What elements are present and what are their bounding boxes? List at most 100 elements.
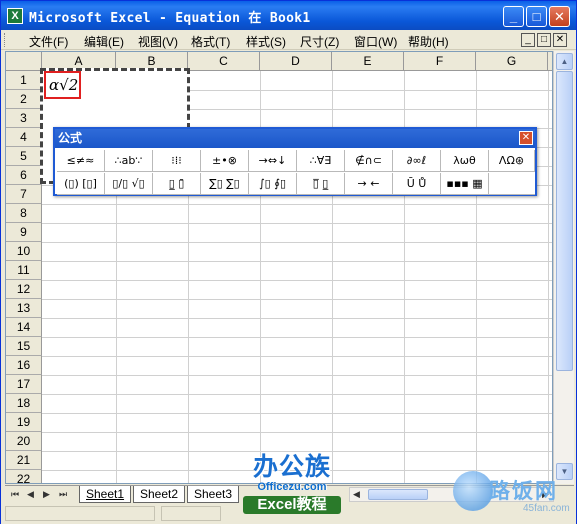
row-header[interactable]: 21: [6, 451, 42, 470]
row-header[interactable]: 12: [6, 280, 42, 299]
sheet-tab-sheet1[interactable]: Sheet1: [79, 486, 132, 503]
row-header[interactable]: 18: [6, 394, 42, 413]
subscript-superscript-templates-button[interactable]: ▯̲ ▯̄: [153, 173, 201, 195]
column-header-e[interactable]: E: [332, 52, 404, 71]
row-header[interactable]: 1: [6, 71, 42, 90]
doc-close-button[interactable]: ✕: [553, 33, 567, 47]
row-header[interactable]: 15: [6, 337, 42, 356]
greek-uppercase-button[interactable]: ΛΩ⊛: [489, 150, 535, 172]
gridline: [42, 451, 552, 452]
menu-help[interactable]: 帮助(H): [408, 33, 449, 50]
sheet-tab-sheet2[interactable]: Sheet2: [133, 486, 186, 503]
gridline: [42, 337, 552, 338]
next-sheet-icon[interactable]: ▶: [43, 489, 50, 500]
operator-symbols-button[interactable]: ±•⊗: [201, 150, 249, 172]
row-header[interactable]: 11: [6, 261, 42, 280]
row-header[interactable]: 10: [6, 242, 42, 261]
spaces-ellipses-button[interactable]: ∴ab∵: [105, 150, 153, 172]
menu-grip[interactable]: [4, 33, 7, 47]
row-header[interactable]: 13: [6, 299, 42, 318]
row-header[interactable]: 6: [6, 166, 42, 185]
fraction-radical-templates-button[interactable]: ▯/▯ √▯: [105, 173, 153, 195]
embellishments-button[interactable]: ⁝⁞⁝: [153, 150, 201, 172]
doc-minimize-button[interactable]: _: [521, 33, 535, 47]
minimize-button[interactable]: _: [503, 6, 524, 27]
gridline: [42, 413, 552, 414]
summation-templates-button[interactable]: ∑▯ ∑▯: [201, 173, 249, 195]
row-header[interactable]: 3: [6, 109, 42, 128]
menu-style[interactable]: 样式(S): [246, 33, 286, 50]
row-header[interactable]: 2: [6, 90, 42, 109]
menu-window[interactable]: 窗口(W): [354, 33, 397, 50]
maximize-button[interactable]: □: [526, 6, 547, 27]
equation-edit-box[interactable]: α√2: [44, 71, 81, 99]
status-cell: [5, 506, 155, 521]
row-header[interactable]: 7: [6, 185, 42, 204]
greek-lowercase-button[interactable]: λωθ: [441, 150, 489, 172]
labeled-arrow-templates-button[interactable]: → ←: [345, 173, 393, 195]
select-all-corner[interactable]: [6, 52, 42, 71]
gridline: [42, 318, 552, 319]
menu-size[interactable]: 尺寸(Z): [300, 33, 339, 50]
equation-toolbar[interactable]: 公式 ✕ ≤≠≈ ∴ab∵ ⁝⁞⁝ ±•⊗ →⇔↓ ∴∀∃ ∉∩⊂ ∂∞ℓ λω…: [53, 127, 537, 196]
column-header-c[interactable]: C: [188, 52, 260, 71]
arrow-symbols-button[interactable]: →⇔↓: [249, 150, 297, 172]
row-header[interactable]: 9: [6, 223, 42, 242]
menu-edit[interactable]: 编辑(E): [84, 33, 124, 50]
row-header[interactable]: 20: [6, 432, 42, 451]
underbar-overbar-templates-button[interactable]: ▯̅ ▯̲: [297, 173, 345, 195]
scroll-thumb[interactable]: [556, 71, 573, 371]
equation-toolbar-close-icon[interactable]: ✕: [519, 131, 533, 145]
watermark-tagline: Excel教程: [243, 496, 341, 514]
gridline: [42, 356, 552, 357]
window-title: Microsoft Excel - Equation 在 Book1: [29, 11, 311, 26]
vertical-scrollbar[interactable]: ▲ ▼: [553, 51, 574, 484]
misc-symbols-button[interactable]: ∂∞ℓ: [393, 150, 441, 172]
worksheet-grid[interactable]: A B C D E F G 1 2 3 4 5 6 7 8 9 10 11 12…: [5, 51, 553, 484]
last-sheet-icon[interactable]: ⏭: [59, 489, 67, 500]
row-header[interactable]: 17: [6, 375, 42, 394]
site-logo-icon: [453, 471, 493, 511]
excel-app-icon[interactable]: X: [7, 8, 23, 24]
column-header-d[interactable]: D: [260, 52, 332, 71]
row-header[interactable]: 5: [6, 147, 42, 166]
toolbar-empty-slot: [489, 173, 535, 195]
fence-templates-button[interactable]: (▯) [▯]: [57, 173, 105, 195]
row-header[interactable]: 19: [6, 413, 42, 432]
excel-window: X Microsoft Excel - Equation 在 Book1 _ □…: [0, 0, 577, 524]
scroll-up-icon[interactable]: ▲: [556, 53, 573, 70]
relational-symbols-button[interactable]: ≤≠≈: [57, 150, 105, 172]
gridline: [42, 432, 552, 433]
title-bar[interactable]: X Microsoft Excel - Equation 在 Book1 _ □…: [1, 1, 576, 30]
row-header[interactable]: 22: [6, 470, 42, 483]
matrix-templates-button[interactable]: ▪▪▪ ▦: [441, 173, 489, 195]
doc-restore-button[interactable]: □: [537, 33, 551, 47]
close-button[interactable]: ✕: [549, 6, 570, 27]
gridline: [42, 242, 552, 243]
menu-file[interactable]: 文件(F): [29, 33, 68, 50]
status-cell: [161, 506, 221, 521]
site-watermark-url: 45fan.com: [523, 503, 570, 514]
column-header-f[interactable]: F: [404, 52, 476, 71]
logical-symbols-button[interactable]: ∴∀∃: [297, 150, 345, 172]
gridline: [548, 71, 549, 483]
row-header[interactable]: 8: [6, 204, 42, 223]
set-theory-symbols-button[interactable]: ∉∩⊂: [345, 150, 393, 172]
horizontal-scroll-thumb[interactable]: [368, 489, 428, 500]
prev-sheet-icon[interactable]: ◀: [27, 489, 34, 500]
integral-templates-button[interactable]: ∫▯ ∮▯: [249, 173, 297, 195]
menu-view[interactable]: 视图(V): [138, 33, 178, 50]
menu-format[interactable]: 格式(T): [191, 33, 230, 50]
gridline: [42, 280, 552, 281]
equation-toolbar-title[interactable]: 公式: [55, 129, 535, 148]
row-header[interactable]: 4: [6, 128, 42, 147]
column-header-g[interactable]: G: [476, 52, 548, 71]
products-set-theory-templates-button[interactable]: Ū Ů: [393, 173, 441, 195]
row-header[interactable]: 16: [6, 356, 42, 375]
row-header[interactable]: 14: [6, 318, 42, 337]
sheet-tab-sheet3[interactable]: Sheet3: [187, 486, 240, 503]
gridline: [42, 394, 552, 395]
first-sheet-icon[interactable]: ⏮: [11, 489, 19, 500]
scroll-left-icon[interactable]: ◀: [353, 489, 360, 500]
site-watermark-name: 路饭网: [489, 480, 558, 503]
